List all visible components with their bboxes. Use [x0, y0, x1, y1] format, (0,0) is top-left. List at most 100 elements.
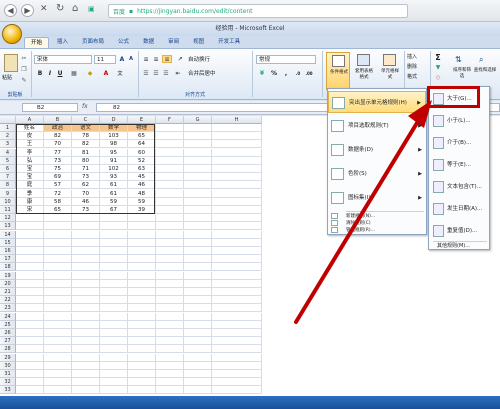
table-cell[interactable]: [44, 386, 72, 395]
table-cell[interactable]: [128, 320, 156, 329]
row-header[interactable]: 22: [0, 296, 16, 305]
table-cell[interactable]: [184, 247, 212, 255]
table-cell[interactable]: [212, 214, 262, 223]
table-cell[interactable]: [44, 214, 72, 223]
table-cell[interactable]: 45: [128, 173, 156, 182]
align-left-icon[interactable]: ☰: [142, 69, 150, 77]
table-cell[interactable]: 61: [100, 181, 128, 190]
row-header[interactable]: 10: [0, 197, 16, 206]
table-cell[interactable]: [184, 181, 212, 190]
table-cell[interactable]: [44, 304, 72, 313]
table-cell[interactable]: [212, 222, 262, 231]
table-cell[interactable]: [184, 189, 212, 198]
delete-button[interactable]: 删除: [407, 63, 417, 70]
font-color-icon[interactable]: A: [102, 69, 110, 77]
column-header[interactable]: G: [184, 116, 212, 124]
table-cell[interactable]: [44, 238, 72, 247]
table-cell[interactable]: [184, 165, 212, 173]
table-cell[interactable]: [212, 288, 262, 296]
table-cell[interactable]: 75: [44, 165, 72, 173]
table-cell[interactable]: [184, 255, 212, 264]
table-cell[interactable]: [128, 279, 156, 288]
table-header-cell[interactable]: 姓名: [16, 124, 44, 132]
table-cell[interactable]: 宝: [16, 165, 44, 173]
table-cell[interactable]: 59: [100, 197, 128, 206]
table-cell[interactable]: [16, 304, 44, 313]
table-cell[interactable]: [72, 353, 100, 362]
table-cell[interactable]: [72, 214, 100, 223]
submenu-item-3[interactable]: 等于(E)...: [431, 155, 489, 176]
table-cell[interactable]: 95: [100, 148, 128, 157]
table-cell[interactable]: [212, 140, 262, 149]
home-icon[interactable]: ⌂: [72, 3, 78, 14]
table-cell[interactable]: 46: [72, 197, 100, 206]
table-cell[interactable]: [128, 329, 156, 337]
currency-icon[interactable]: ¥: [258, 69, 266, 77]
number-format-select[interactable]: 常规: [256, 55, 316, 64]
table-cell[interactable]: [212, 345, 262, 354]
table-cell[interactable]: [184, 304, 212, 313]
table-cell[interactable]: [156, 124, 184, 132]
table-cell[interactable]: [16, 296, 44, 305]
table-cell[interactable]: 93: [100, 173, 128, 182]
table-cell[interactable]: [212, 148, 262, 157]
submenu-item-6[interactable]: 重复值(D)...: [431, 221, 489, 242]
table-cell[interactable]: [156, 197, 184, 206]
table-cell[interactable]: [184, 132, 212, 141]
row-header[interactable]: 6: [0, 165, 16, 173]
cut-icon[interactable]: ✂: [20, 54, 28, 62]
tab-2[interactable]: 页面布局: [76, 37, 110, 48]
column-header[interactable]: F: [156, 116, 184, 124]
tab-5[interactable]: 审阅: [162, 37, 185, 48]
table-cell[interactable]: [100, 320, 128, 329]
table-cell[interactable]: [16, 247, 44, 255]
table-cell[interactable]: [128, 214, 156, 223]
table-cell[interactable]: [16, 263, 44, 272]
table-cell[interactable]: [100, 353, 128, 362]
menu-item-1[interactable]: 项目选取规则(T) ▶: [328, 115, 426, 137]
fill-color-icon[interactable]: ◆: [86, 69, 94, 77]
table-cell[interactable]: [100, 263, 128, 272]
table-cell[interactable]: [16, 222, 44, 231]
table-cell[interactable]: [44, 296, 72, 305]
name-box[interactable]: B2: [22, 103, 78, 112]
table-cell[interactable]: 78: [72, 132, 100, 141]
tab-4[interactable]: 数据: [137, 37, 160, 48]
table-cell[interactable]: 70: [72, 189, 100, 198]
table-header-cell[interactable]: 语文: [72, 124, 100, 132]
table-cell[interactable]: [184, 222, 212, 231]
wrap-text-button[interactable]: 自动换行: [188, 55, 210, 63]
table-cell[interactable]: [128, 378, 156, 387]
table-cell[interactable]: [212, 337, 262, 346]
table-cell[interactable]: [212, 329, 262, 337]
table-cell[interactable]: 98: [100, 140, 128, 149]
italic-icon[interactable]: I: [46, 69, 54, 77]
table-cell[interactable]: [184, 312, 212, 321]
table-cell[interactable]: [100, 296, 128, 305]
table-cell[interactable]: [100, 238, 128, 247]
table-cell[interactable]: [16, 337, 44, 346]
table-cell[interactable]: 58: [44, 197, 72, 206]
table-cell[interactable]: 48: [128, 189, 156, 198]
row-header[interactable]: 18: [0, 263, 16, 272]
column-header[interactable]: D: [100, 116, 128, 124]
row-header[interactable]: 21: [0, 288, 16, 296]
table-cell[interactable]: [100, 247, 128, 255]
table-cell[interactable]: 61: [100, 189, 128, 198]
table-cell[interactable]: [16, 361, 44, 370]
address-bar[interactable]: 百度 ▪ https://jingyan.baidu.com/edit/cont…: [108, 4, 408, 18]
table-cell[interactable]: [128, 312, 156, 321]
column-header[interactable]: E: [128, 116, 156, 124]
table-cell[interactable]: [156, 255, 184, 264]
table-cell[interactable]: [72, 370, 100, 378]
table-cell[interactable]: [16, 214, 44, 223]
table-cell[interactable]: [100, 329, 128, 337]
table-cell[interactable]: [156, 230, 184, 239]
table-cell[interactable]: [184, 156, 212, 165]
table-cell[interactable]: [128, 230, 156, 239]
table-cell[interactable]: [16, 230, 44, 239]
fx-icon[interactable]: fx: [82, 103, 88, 110]
table-cell[interactable]: [16, 271, 44, 280]
format-button[interactable]: 格式: [407, 73, 417, 80]
table-cell[interactable]: [128, 386, 156, 395]
